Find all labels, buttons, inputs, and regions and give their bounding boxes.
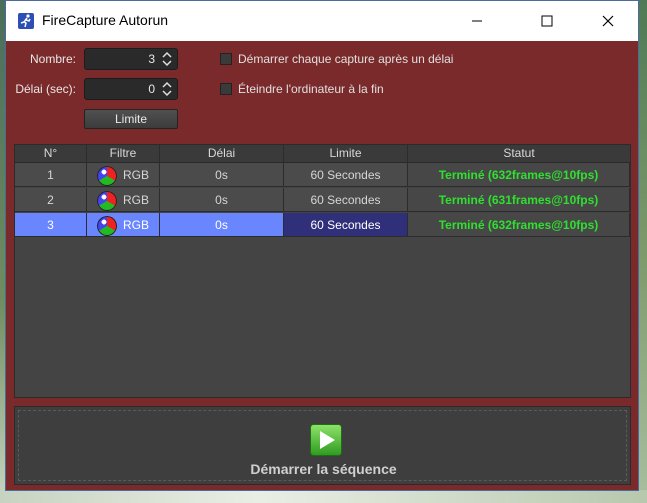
table-row[interactable]: 2 RGB 0s 60 Secondes Terminé (631frames@… bbox=[15, 188, 630, 213]
rgb-ball-icon bbox=[96, 165, 117, 186]
close-button[interactable] bbox=[585, 1, 631, 41]
play-icon bbox=[310, 424, 342, 456]
start-sequence-button[interactable]: Démarrer la séquence bbox=[18, 410, 627, 481]
cell-filtre: RGB bbox=[87, 188, 160, 212]
cell-filtre-label: RGB bbox=[122, 218, 149, 232]
table-row-selected[interactable]: 3 RGB 0s 60 Secondes Terminé (632frames@… bbox=[15, 213, 630, 238]
cell-filtre-label: RGB bbox=[122, 168, 149, 182]
cell-statut: Terminé (632frames@10fps) bbox=[408, 213, 630, 237]
delai-label: Délai (sec): bbox=[15, 82, 76, 96]
start-sequence-panel[interactable]: Démarrer la séquence bbox=[14, 406, 631, 485]
nombre-value: 3 bbox=[148, 52, 155, 66]
title-bar[interactable]: FireCapture Autorun bbox=[6, 1, 638, 41]
table-header: N° Filtre Délai Limite Statut bbox=[15, 145, 630, 163]
rgb-ball-icon bbox=[96, 190, 117, 211]
cell-filtre-label: RGB bbox=[122, 193, 149, 207]
cell-filtre: RGB bbox=[87, 163, 160, 187]
shutdown-checkbox-label[interactable]: Éteindre l'ordinateur à la fin bbox=[238, 82, 384, 96]
delai-spinner[interactable]: 0 bbox=[84, 78, 178, 100]
running-man-icon bbox=[18, 13, 34, 29]
cell-limite: 60 Secondes bbox=[284, 163, 408, 187]
delay-checkbox[interactable] bbox=[220, 53, 232, 65]
delai-value: 0 bbox=[148, 82, 155, 96]
column-header-n[interactable]: N° bbox=[15, 145, 87, 162]
start-sequence-label: Démarrer la séquence bbox=[250, 461, 397, 477]
rgb-ball-icon bbox=[96, 215, 117, 236]
shutdown-checkbox[interactable] bbox=[220, 83, 232, 95]
close-icon bbox=[602, 15, 614, 27]
maximize-button[interactable] bbox=[524, 1, 570, 41]
cell-n: 3 bbox=[15, 213, 87, 237]
desktop-background-right bbox=[639, 0, 647, 503]
minimize-icon bbox=[472, 20, 482, 22]
nombre-spinner[interactable]: 3 bbox=[84, 48, 178, 70]
table-row[interactable]: 1 RGB 0s 60 Secondes Terminé (632frames@… bbox=[15, 163, 630, 188]
autorun-window: FireCapture Autorun Nombre: 3 Délai (sec… bbox=[5, 0, 639, 491]
column-header-statut[interactable]: Statut bbox=[408, 145, 630, 162]
desktop-background-bottom bbox=[0, 490, 647, 503]
spinner-arrows-icon[interactable] bbox=[160, 80, 174, 98]
cell-statut: Terminé (631frames@10fps) bbox=[408, 188, 630, 212]
window-title: FireCapture Autorun bbox=[42, 12, 169, 28]
column-header-limite[interactable]: Limite bbox=[284, 145, 408, 162]
maximize-icon bbox=[541, 15, 553, 27]
cell-delai: 0s bbox=[160, 213, 284, 237]
cell-n: 2 bbox=[15, 188, 87, 212]
cell-delai: 0s bbox=[160, 163, 284, 187]
cell-limite[interactable]: 60 Secondes bbox=[284, 213, 408, 237]
spinner-arrows-icon[interactable] bbox=[160, 50, 174, 68]
cell-n: 1 bbox=[15, 163, 87, 187]
column-header-filtre[interactable]: Filtre bbox=[87, 145, 160, 162]
minimize-button[interactable] bbox=[454, 1, 500, 41]
cell-filtre: RGB bbox=[87, 213, 160, 237]
cell-statut: Terminé (632frames@10fps) bbox=[408, 163, 630, 187]
limite-button[interactable]: Limite bbox=[84, 109, 178, 129]
column-header-delai[interactable]: Délai bbox=[160, 145, 284, 162]
cell-limite: 60 Secondes bbox=[284, 188, 408, 212]
cell-delai: 0s bbox=[160, 188, 284, 212]
capture-table[interactable]: N° Filtre Délai Limite Statut 1 RGB 0s 6… bbox=[14, 144, 631, 398]
nombre-label: Nombre: bbox=[29, 52, 76, 66]
delay-checkbox-label[interactable]: Démarrer chaque capture après un délai bbox=[238, 52, 453, 66]
